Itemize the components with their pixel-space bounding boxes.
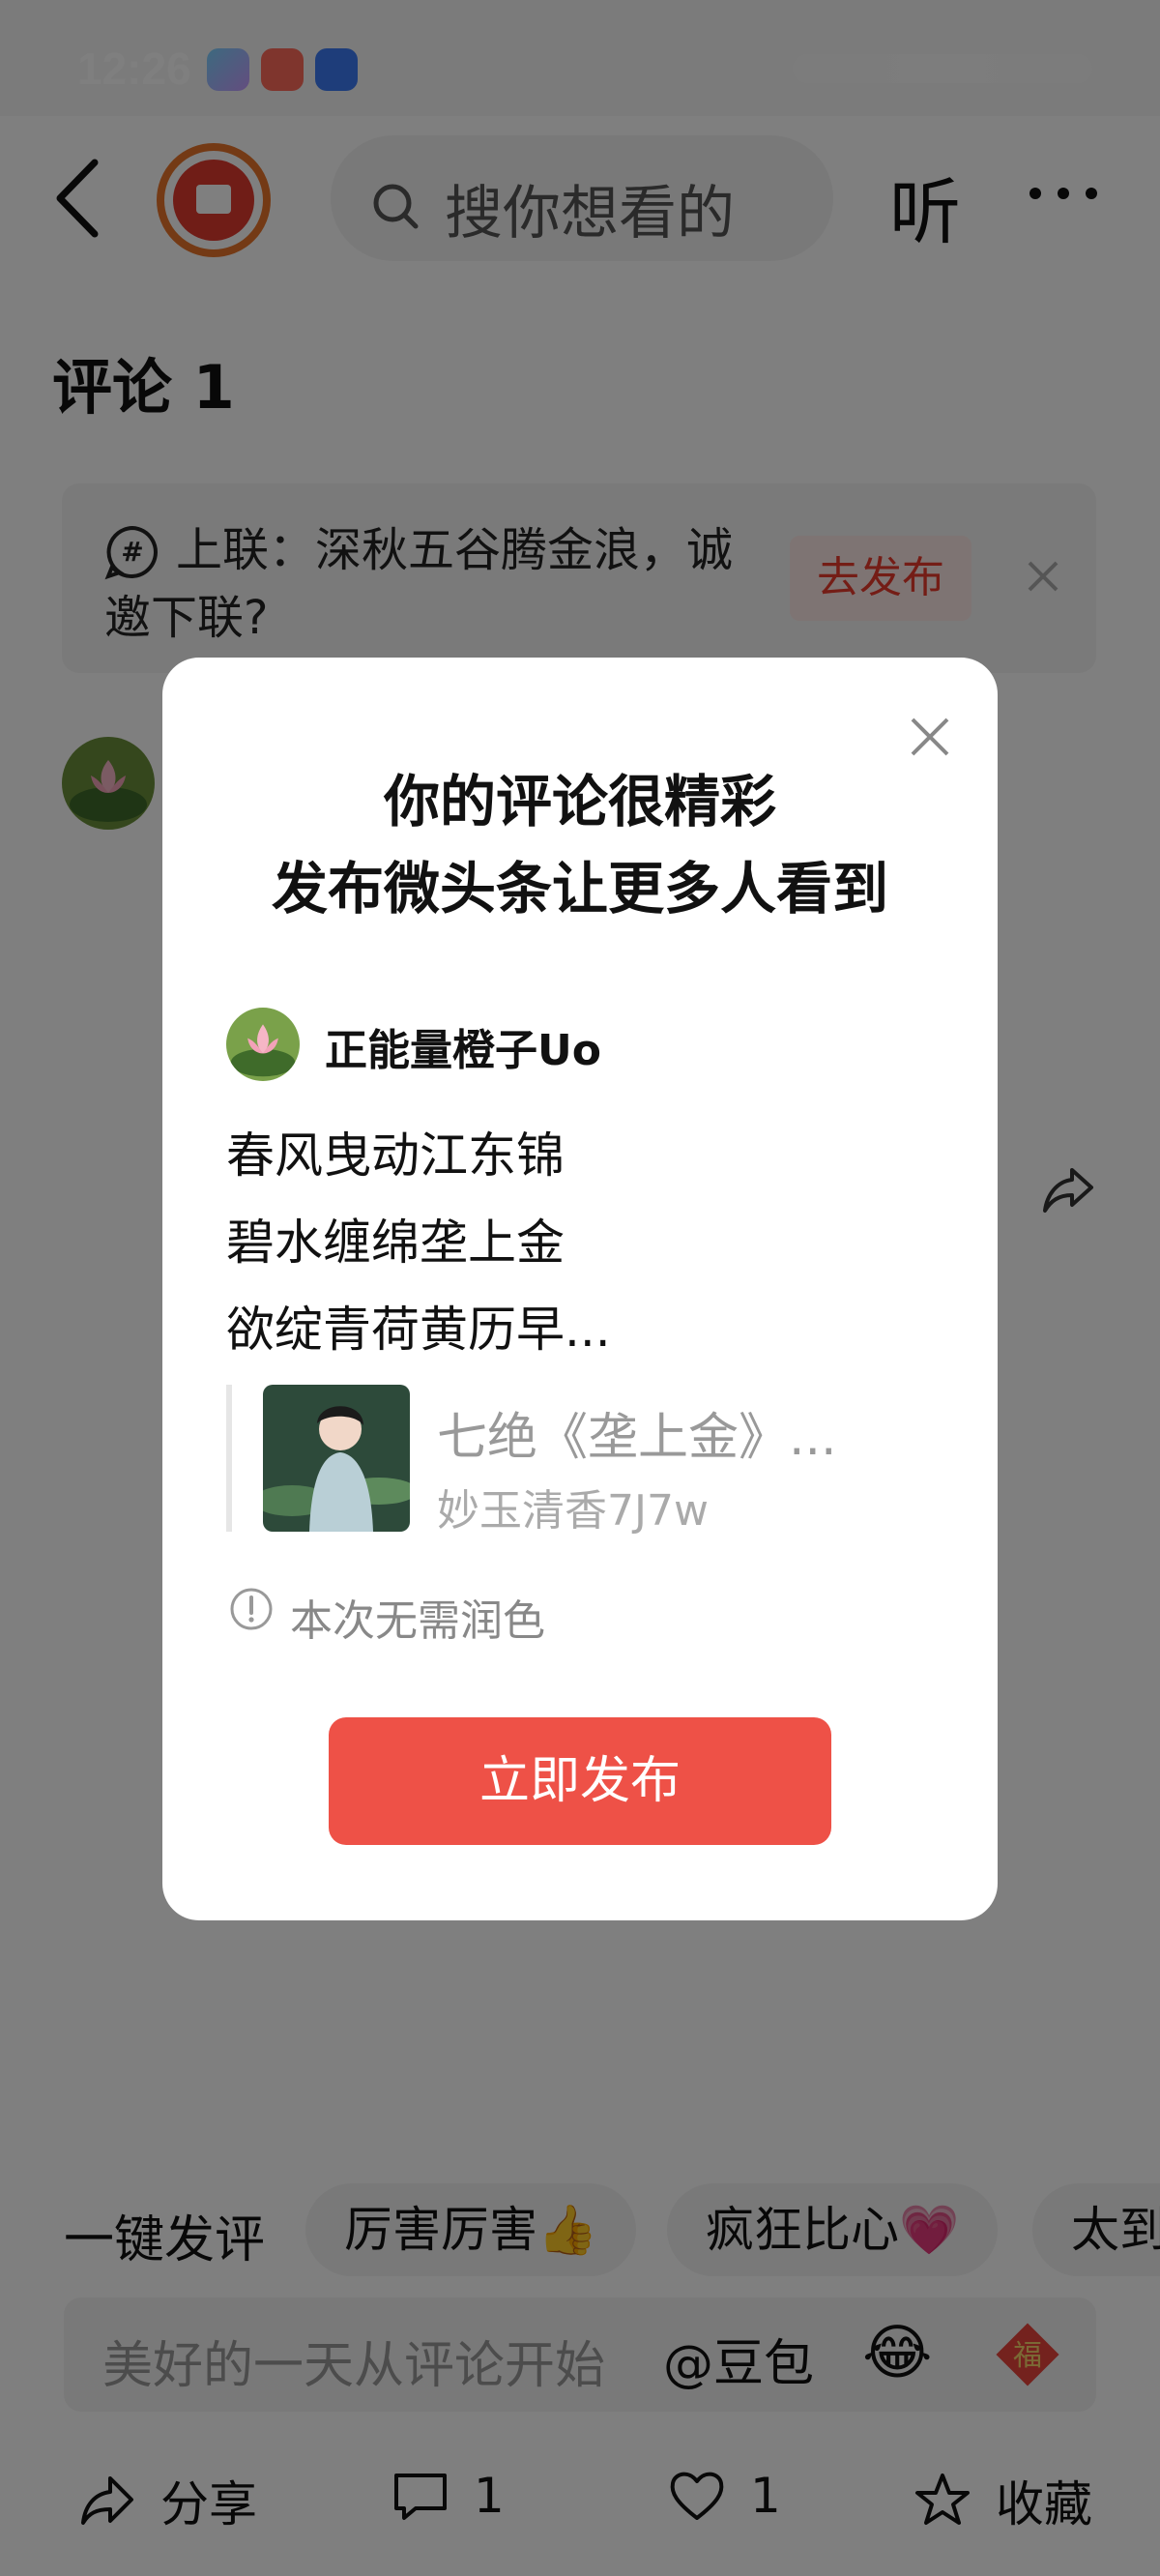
lotus-avatar-icon [226, 1008, 300, 1081]
quoted-post-author: 妙玉清香7J7w [437, 1486, 709, 1536]
poem-text: 春风曳动江东锦 碧水缠绵垄上金 欲绽青荷黄历早... [226, 1112, 611, 1373]
page-root: 12:26 搜你想看的 听 评论 1 [0, 0, 1160, 2576]
quoted-post-title: 七绝《垄上金》... [437, 1409, 837, 1467]
close-icon[interactable] [901, 708, 959, 766]
dialog-title: 你的评论很精彩 发布微头条让更多人看到 [162, 758, 998, 932]
author-avatar [226, 1008, 300, 1081]
publish-dialog: 你的评论很精彩 发布微头条让更多人看到 正能量橙子Uo 春风曳动江东锦 碧水缠绵… [162, 658, 998, 1920]
poem-line: 欲绽青荷黄历早... [226, 1302, 611, 1358]
author-name: 正能量橙子Uo [325, 1026, 601, 1075]
quoted-post[interactable]: 七绝《垄上金》... 妙玉清香7J7w [226, 1385, 903, 1536]
no-polish-notice: 本次无需润色 [290, 1596, 545, 1646]
publish-now-button[interactable]: 立即发布 [329, 1717, 831, 1845]
dialog-title-line1: 你的评论很精彩 [383, 769, 776, 834]
poem-line: 春风曳动江东锦 [226, 1127, 565, 1184]
dialog-title-line2: 发布微头条让更多人看到 [271, 856, 888, 922]
quoted-post-thumbnail [263, 1385, 410, 1532]
poem-line: 碧水缠绵垄上金 [226, 1215, 565, 1271]
info-icon [230, 1588, 273, 1630]
portrait-thumbnail-icon [263, 1385, 410, 1532]
